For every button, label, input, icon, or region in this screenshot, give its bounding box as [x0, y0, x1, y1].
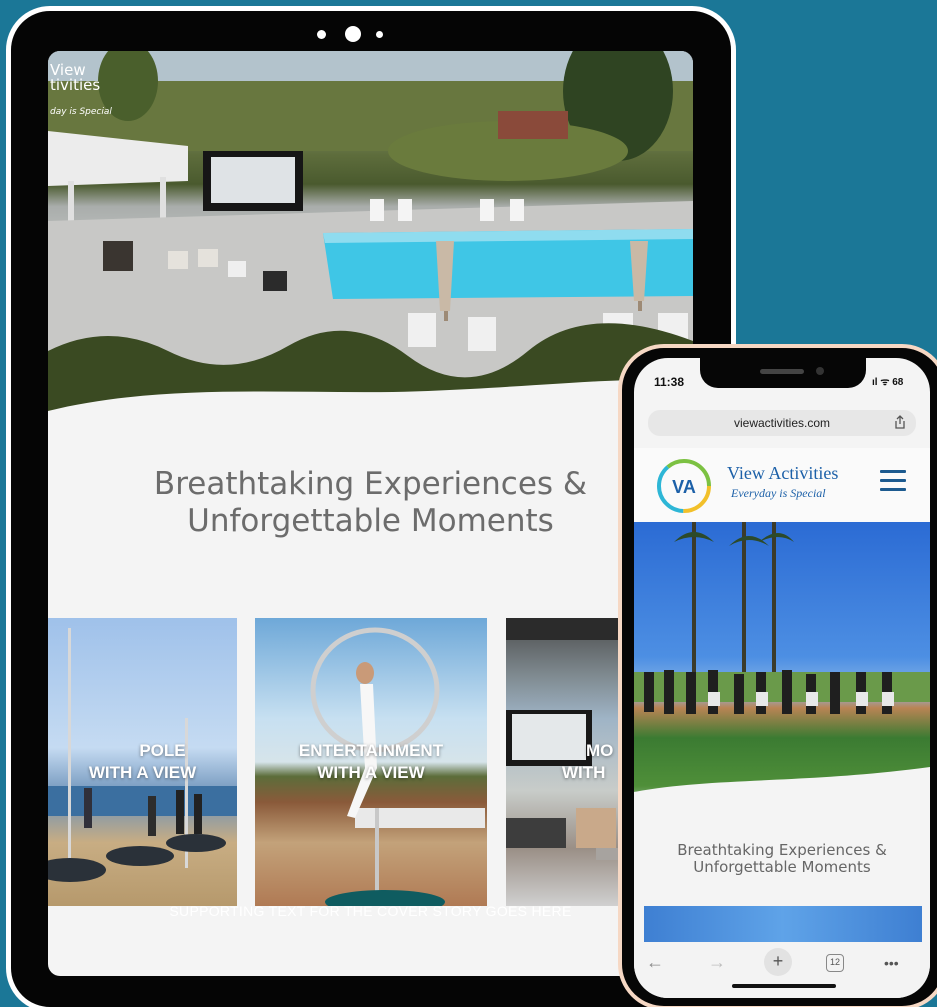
back-arrow-icon[interactable]: ←: [646, 952, 664, 973]
status-signal-wifi-battery-icon: ıl ᯤ 68: [872, 377, 904, 388]
logo-text: VA: [672, 477, 696, 497]
camera-lens-icon: [345, 26, 361, 42]
headline-line-1: Breathtaking Experiences &: [153, 466, 588, 502]
phone-notch: [700, 358, 866, 388]
status-time: 11:38: [654, 375, 685, 389]
card-label-line: WITH A VIEW: [88, 763, 197, 782]
speaker-icon: [760, 369, 804, 374]
camera-dot-icon: [317, 30, 326, 39]
card-label-line: WITH A VIEW: [317, 763, 425, 782]
tablet-headline: Breathtaking Experiences & Unforgettable…: [48, 466, 693, 540]
forward-arrow-icon[interactable]: →: [708, 952, 726, 973]
phone-hero-image-group-celebrating: [634, 522, 930, 822]
front-camera-icon: [816, 367, 824, 375]
card-label-line: POLE: [139, 741, 186, 760]
menu-line: [880, 479, 906, 482]
hamburger-menu-icon[interactable]: [880, 470, 906, 492]
card-label-pole: POLE WITH A VIEW: [48, 740, 237, 784]
tabs-count-icon[interactable]: 12: [826, 954, 844, 972]
brand-name[interactable]: View Activities: [727, 463, 838, 484]
phone-screen: 11:38 ıl ᯤ 68 viewactivities.com VA View…: [634, 358, 930, 998]
new-tab-plus-icon[interactable]: +: [764, 948, 792, 976]
card-label-line: ENTERTAINMENT: [298, 741, 444, 760]
site-header: VA View Activities Everyday is Special: [634, 448, 930, 522]
cover-supporting-text: SUPPORTING TEXT FOR THE COVER STORY GOES…: [169, 903, 572, 919]
phone-blue-banner: [644, 906, 922, 942]
card-pole-with-a-view[interactable]: POLE WITH A VIEW: [48, 618, 237, 906]
share-icon[interactable]: [892, 414, 908, 430]
tablet-logo-title[interactable]: View tivities: [50, 63, 100, 93]
address-bar[interactable]: viewactivities.com: [648, 410, 916, 436]
more-options-icon[interactable]: •••: [884, 955, 899, 971]
phone-headline-line-2: Unforgettable Moments: [693, 858, 871, 876]
tablet-camera-cluster: [317, 25, 407, 43]
hero-image-pool-terrace: View tivities day is Special: [48, 51, 693, 421]
view-activities-logo-icon[interactable]: VA: [652, 456, 716, 516]
phone-device: 11:38 ıl ᯤ 68 viewactivities.com VA View…: [618, 344, 937, 1007]
card-label-entertainment: ENTERTAINMENT WITH A VIEW: [255, 740, 487, 784]
phone-headline: Breathtaking Experiences & Unforgettable…: [634, 842, 930, 876]
home-indicator[interactable]: [732, 984, 836, 988]
logo-title-line-2: tivities: [50, 76, 101, 94]
tablet-logo-tagline: day is Special: [50, 107, 112, 117]
browser-toolbar: ← → + 12 •••: [634, 942, 930, 998]
card-entertainment-with-a-view[interactable]: ENTERTAINMENT WITH A VIEW: [255, 618, 487, 906]
menu-line: [880, 488, 906, 491]
brand-tagline: Everyday is Special: [731, 486, 826, 500]
phone-headline-line-1: Breathtaking Experiences &: [677, 841, 887, 859]
headline-line-2: Unforgettable Moments: [187, 503, 554, 539]
tablet-screen: View tivities day is Special Breathtakin…: [48, 51, 693, 976]
sensor-dot-icon: [376, 31, 383, 38]
phone-hero-illustration: [634, 522, 930, 822]
hero-wave-divider: [48, 379, 693, 421]
menu-line: [880, 470, 906, 473]
